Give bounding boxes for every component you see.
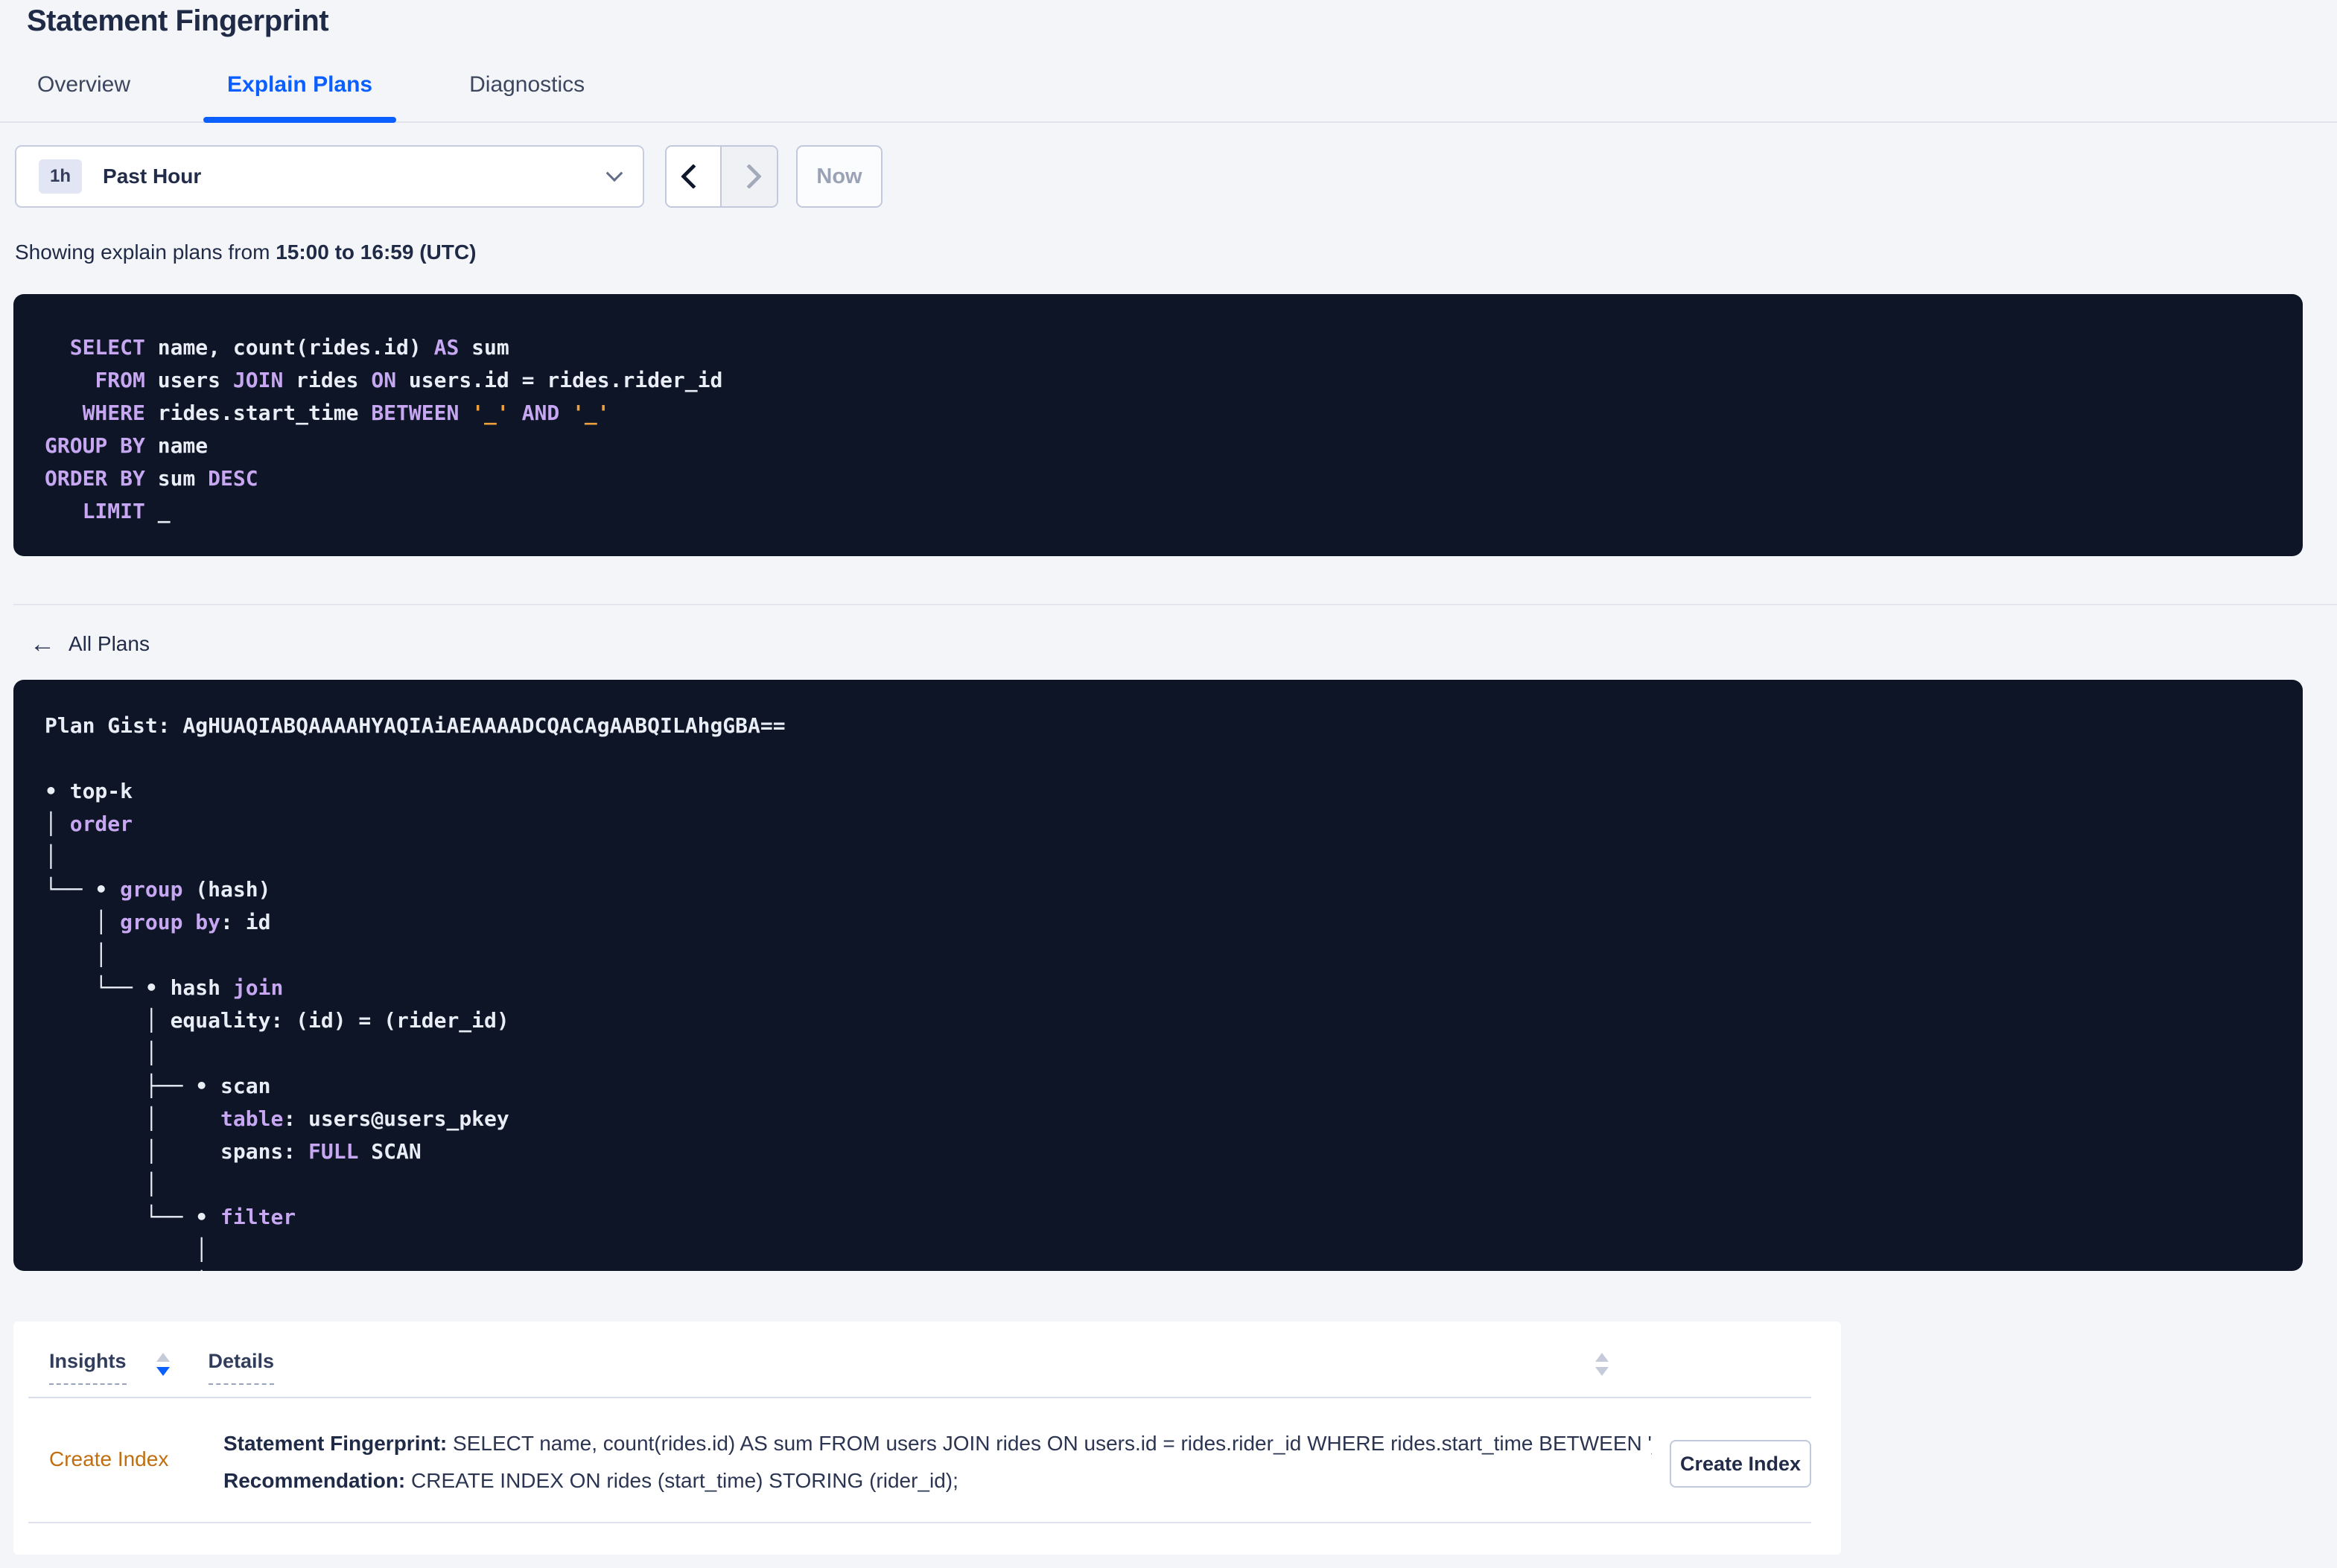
interval-badge: 1h (39, 159, 83, 194)
time-nav-group (665, 145, 778, 208)
table-row-divider (28, 1522, 1811, 1523)
chevron-left-icon (681, 164, 706, 189)
time-controls: 1h Past Hour Now (15, 145, 2337, 208)
next-time-button[interactable] (722, 147, 777, 206)
fingerprint-value: SELECT name, count(rides.id) AS sum FROM… (447, 1432, 1652, 1455)
arrow-left-icon: ← (30, 630, 55, 658)
sort-down-triangle (156, 1367, 170, 1376)
tab-bar: Overview Explain Plans Diagnostics (0, 72, 2337, 123)
table-row: Create Index Statement Fingerprint: SELE… (13, 1398, 1841, 1500)
recommendation-value: CREATE INDEX ON rides (start_time) STORI… (405, 1469, 958, 1492)
sort-icon[interactable] (1595, 1353, 1609, 1376)
insight-details: Statement Fingerprint: SELECT name, coun… (223, 1425, 1652, 1500)
time-range-dropdown[interactable]: 1h Past Hour (15, 145, 644, 208)
all-plans-back-link[interactable]: ← All Plans (30, 630, 150, 658)
explain-plan-tree: Plan Gist: AgHUAQIABQAAAAHYAQIAiAEAAAADC… (45, 713, 786, 1271)
tab-diagnostics[interactable]: Diagnostics (469, 72, 585, 121)
recommendation-label: Recommendation: (223, 1469, 406, 1492)
tab-explain-plans[interactable]: Explain Plans (203, 72, 397, 123)
sort-up-triangle (156, 1353, 170, 1362)
fingerprint-label: Statement Fingerprint: (223, 1432, 448, 1455)
showing-prefix: Showing explain plans from (15, 240, 276, 264)
column-header-insights[interactable]: Insights (49, 1350, 127, 1385)
create-index-button[interactable]: Create Index (1670, 1440, 1811, 1488)
sort-up-triangle (1595, 1353, 1609, 1362)
column-header-details[interactable]: Details (208, 1350, 275, 1385)
chevron-down-icon (605, 165, 623, 182)
tab-overview[interactable]: Overview (37, 72, 130, 121)
showing-range-value: 15:00 to 16:59 (UTC) (276, 240, 477, 264)
now-button[interactable]: Now (796, 145, 883, 208)
recommendation-line: Recommendation: CREATE INDEX ON rides (s… (223, 1462, 1652, 1500)
showing-range-text: Showing explain plans from 15:00 to 16:5… (15, 240, 2337, 264)
sort-icon[interactable] (156, 1353, 170, 1376)
chevron-right-icon (737, 164, 762, 189)
insights-card: Insights Details Create Index Statement … (13, 1322, 1841, 1555)
page-title: Statement Fingerprint (27, 4, 329, 37)
insights-table-header: Insights Details (13, 1322, 1841, 1385)
sql-query-code: SELECT name, count(rides.id) AS sum FROM… (45, 335, 723, 523)
explain-plan-box: Plan Gist: AgHUAQIABQAAAAHYAQIAiAEAAAADC… (13, 680, 2303, 1271)
previous-time-button[interactable] (667, 147, 722, 206)
sort-down-triangle (1595, 1367, 1609, 1376)
statement-fingerprint-line: Statement Fingerprint: SELECT name, coun… (223, 1425, 1652, 1462)
create-index-link[interactable]: Create Index (49, 1447, 223, 1471)
section-divider (13, 604, 2337, 605)
time-range-label: Past Hour (103, 165, 202, 188)
all-plans-label: All Plans (69, 632, 150, 655)
sql-statement-box: SELECT name, count(rides.id) AS sum FROM… (13, 294, 2303, 556)
